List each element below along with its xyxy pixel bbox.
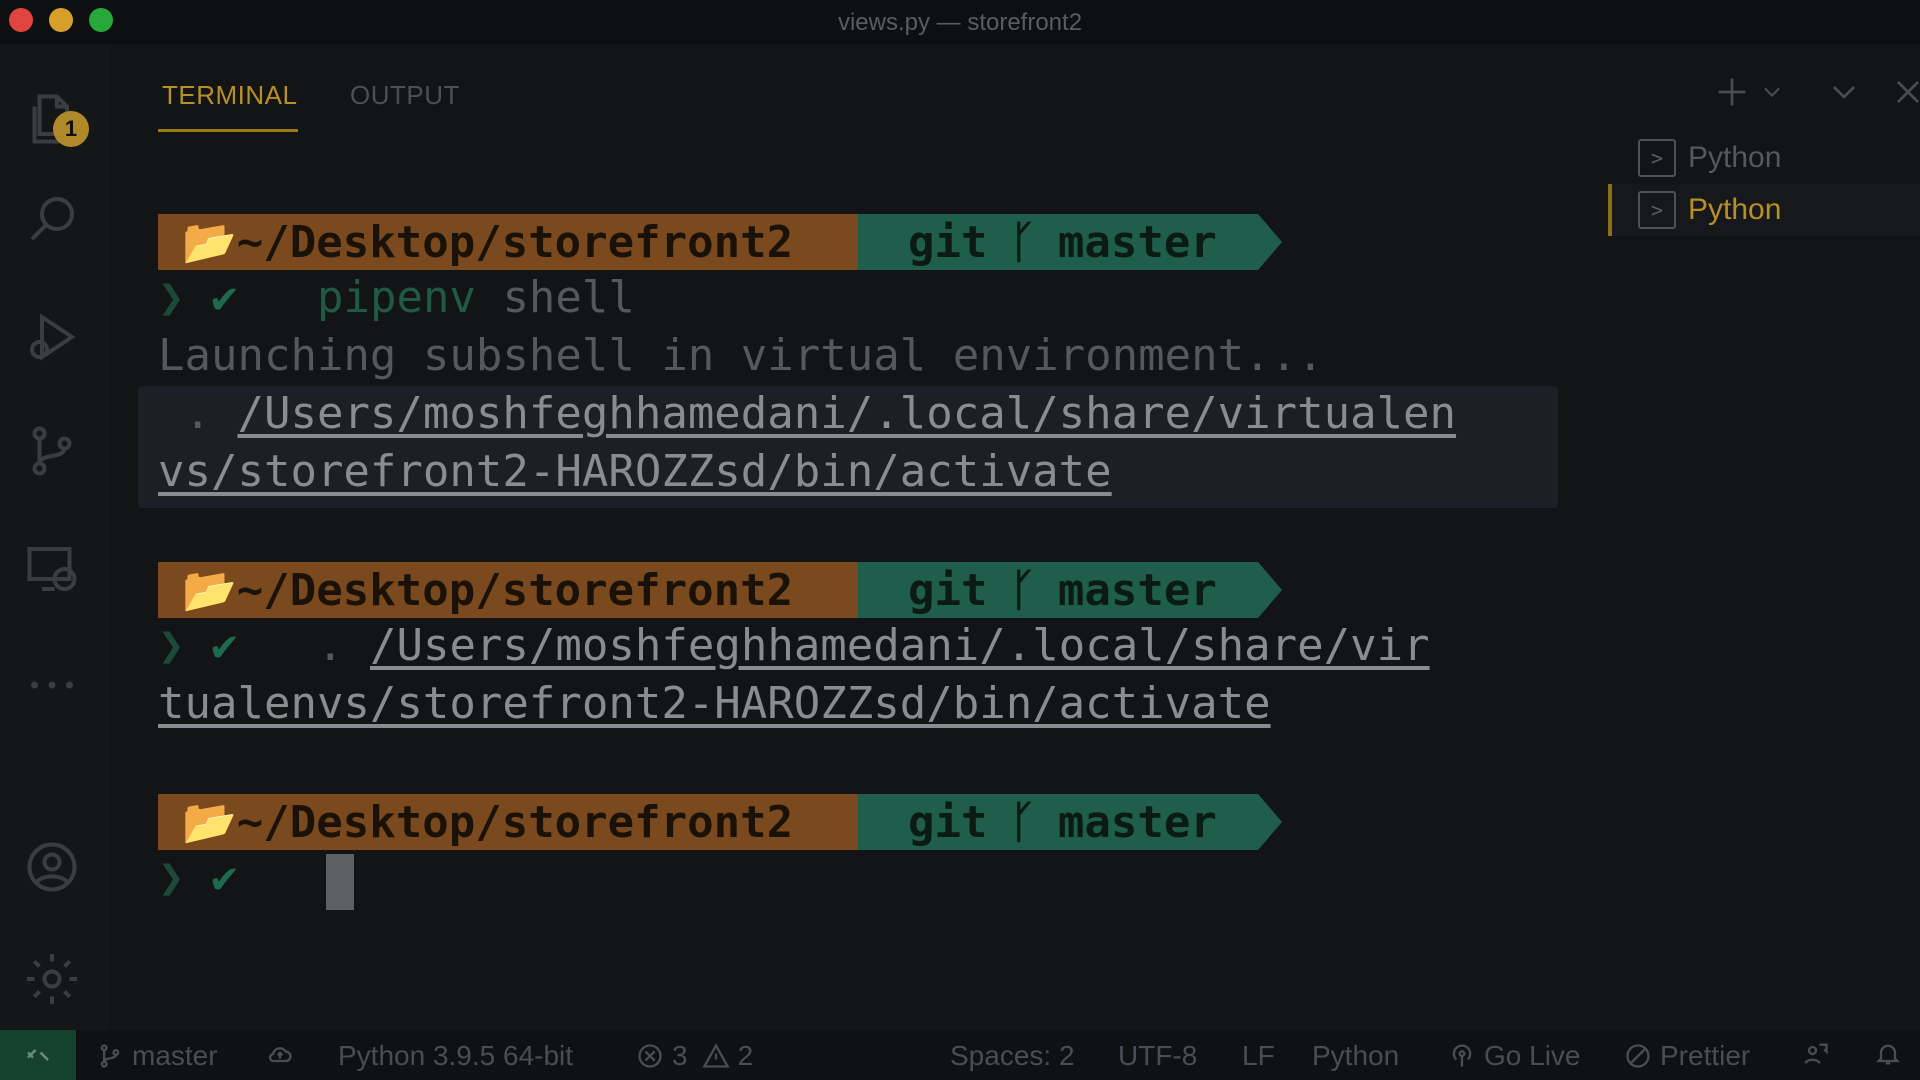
window-title: views.py — storefront2 bbox=[837, 9, 1083, 36]
run-debug-icon[interactable] bbox=[17, 302, 87, 372]
branch-status[interactable]: master bbox=[96, 1040, 218, 1072]
prompt-arrow bbox=[1258, 214, 1282, 270]
sync-status[interactable] bbox=[266, 1040, 302, 1068]
git-branch-icon: ᚴ bbox=[1009, 216, 1036, 268]
prompt-dir: ~/Desktop/storefront2 bbox=[236, 564, 794, 616]
activate-prefix: . bbox=[158, 388, 238, 439]
go-live-label: Go Live bbox=[1484, 1040, 1581, 1071]
prompt-branch: master bbox=[1057, 796, 1217, 848]
prompt-branch: master bbox=[1057, 216, 1217, 268]
terminal-panel: TERMINAL OUTPUT > Python > Python bbox=[110, 44, 1920, 1030]
command-path-link[interactable]: /Users/moshfeghhamedani/.local/share/vir bbox=[370, 620, 1430, 671]
terminal-item[interactable]: > Python bbox=[1608, 132, 1920, 184]
terminal-item-label: Python bbox=[1688, 193, 1782, 226]
prompt-dir-segment: 📂 ~/Desktop/storefront2 bbox=[158, 794, 858, 850]
prettier-label: Prettier bbox=[1660, 1040, 1751, 1071]
terminal-icon: > bbox=[1638, 139, 1676, 177]
command-word: pipenv bbox=[316, 272, 476, 323]
check-icon: ✔ bbox=[211, 852, 238, 903]
command-line-wrap: tualenvs/storefront2-HAROZZsd/bin/activa… bbox=[158, 678, 1271, 734]
folder-icon: 📂 bbox=[182, 565, 237, 616]
encoding-status[interactable]: UTF-8 bbox=[1118, 1040, 1197, 1072]
account-icon[interactable] bbox=[17, 832, 87, 902]
more-icon[interactable] bbox=[17, 650, 87, 720]
feedback-icon[interactable] bbox=[1802, 1040, 1838, 1068]
cloud-upload-icon bbox=[268, 1047, 292, 1063]
go-live-button[interactable]: Go Live bbox=[1448, 1040, 1581, 1072]
prettier-status[interactable]: Prettier bbox=[1624, 1040, 1750, 1072]
broadcast-icon bbox=[1452, 1044, 1472, 1067]
explorer-badge: 1 bbox=[53, 111, 89, 147]
terminal-item-label: Python bbox=[1688, 141, 1782, 174]
command-line: ❯ ✔ bbox=[158, 852, 238, 908]
command-line: ❯ ✔ . /Users/moshfeghhamedani/.local/sha… bbox=[158, 620, 1430, 676]
folder-icon: 📂 bbox=[182, 797, 237, 848]
terminal-list: > Python > Python bbox=[1608, 132, 1920, 332]
activate-line-2: vs/storefront2-HAROZZsd/bin/activate bbox=[158, 446, 1112, 502]
prompt-dir: ~/Desktop/storefront2 bbox=[236, 216, 794, 268]
warning-count: 2 bbox=[737, 1040, 754, 1071]
title-bar: views.py — storefront2 bbox=[0, 0, 1920, 44]
error-count: 3 bbox=[672, 1040, 688, 1071]
terminal-item-active[interactable]: > Python bbox=[1608, 184, 1920, 236]
warning-icon bbox=[701, 1043, 730, 1068]
maximize-panel-chevron-icon[interactable] bbox=[1824, 72, 1864, 117]
activate-line-1: . /Users/moshfeghhamedani/.local/share/v… bbox=[158, 388, 1456, 444]
activate-path-link[interactable]: /Users/moshfeghhamedani/.local/share/vir… bbox=[237, 388, 1456, 439]
git-branch-icon: ᚴ bbox=[1009, 564, 1036, 616]
prompt-dir: ~/Desktop/storefront2 bbox=[236, 796, 794, 848]
prompt-git-segment: git ᚴ master bbox=[858, 562, 1258, 618]
git-branch-icon bbox=[100, 1044, 120, 1068]
prompt-git-segment: git ᚴ master bbox=[858, 794, 1258, 850]
command-arg: shell bbox=[502, 272, 635, 323]
prompt-chevron-icon: ❯ bbox=[158, 272, 185, 323]
activate-path-link[interactable]: vs/storefront2-HAROZZsd/bin/activate bbox=[158, 446, 1112, 497]
prompt-branch: master bbox=[1057, 564, 1217, 616]
remote-explorer-icon[interactable] bbox=[17, 534, 87, 604]
indentation-status[interactable]: Spaces: 2 bbox=[950, 1040, 1075, 1072]
language-mode[interactable]: Python bbox=[1312, 1040, 1399, 1072]
branch-name: master bbox=[132, 1040, 218, 1071]
launching-text: Launching subshell in virtual environmen… bbox=[158, 330, 1324, 381]
prompt-arrow bbox=[1258, 794, 1282, 850]
remote-indicator[interactable] bbox=[0, 1030, 76, 1080]
python-interpreter[interactable]: Python 3.9.5 64-bit bbox=[338, 1040, 573, 1072]
prompt-arrow bbox=[1258, 562, 1282, 618]
terminal-cursor bbox=[326, 854, 354, 910]
tab-output[interactable]: OUTPUT bbox=[350, 80, 460, 111]
search-icon[interactable] bbox=[17, 184, 87, 254]
prompt-git-segment: git ᚴ master bbox=[858, 214, 1258, 270]
terminal-icon: > bbox=[1638, 191, 1676, 229]
command-line: ❯ ✔ pipenv shell bbox=[158, 272, 635, 328]
folder-icon: 📂 bbox=[182, 217, 237, 268]
active-tab-underline bbox=[158, 129, 298, 132]
prompt-git-label: git bbox=[908, 564, 988, 616]
prettier-disabled-icon bbox=[1626, 1044, 1650, 1068]
check-icon: ✔ bbox=[211, 620, 238, 671]
terminal-dropdown-chevron-icon[interactable] bbox=[1758, 78, 1786, 111]
error-icon bbox=[638, 1044, 662, 1068]
command-path-link[interactable]: tualenvs/storefront2-HAROZZsd/bin/activa… bbox=[158, 678, 1271, 729]
activity-bar: 1 bbox=[0, 44, 110, 1030]
settings-gear-icon[interactable] bbox=[17, 944, 87, 1014]
notifications-bell-icon[interactable] bbox=[1874, 1040, 1910, 1068]
command-prefix: . bbox=[264, 620, 370, 671]
tab-terminal[interactable]: TERMINAL bbox=[162, 80, 297, 111]
prompt-chevron-icon: ❯ bbox=[158, 620, 185, 671]
source-control-icon[interactable] bbox=[17, 416, 87, 486]
close-panel-icon[interactable] bbox=[1888, 72, 1920, 117]
prompt-git-label: git bbox=[908, 216, 988, 268]
prompt-dir-segment: 📂 ~/Desktop/storefront2 bbox=[158, 562, 858, 618]
eol-status[interactable]: LF bbox=[1242, 1040, 1275, 1072]
new-terminal-plus-icon[interactable] bbox=[1712, 72, 1752, 117]
git-branch-icon: ᚴ bbox=[1009, 796, 1036, 848]
status-bar: master Python 3.9.5 64-bit 3 2 Spaces: 2… bbox=[0, 1030, 1920, 1080]
prompt-chevron-icon: ❯ bbox=[158, 852, 185, 903]
check-icon: ✔ bbox=[211, 272, 238, 323]
prompt-dir-segment: 📂 ~/Desktop/storefront2 bbox=[158, 214, 858, 270]
prompt-git-label: git bbox=[908, 796, 988, 848]
problems-status[interactable]: 3 2 bbox=[636, 1040, 753, 1072]
